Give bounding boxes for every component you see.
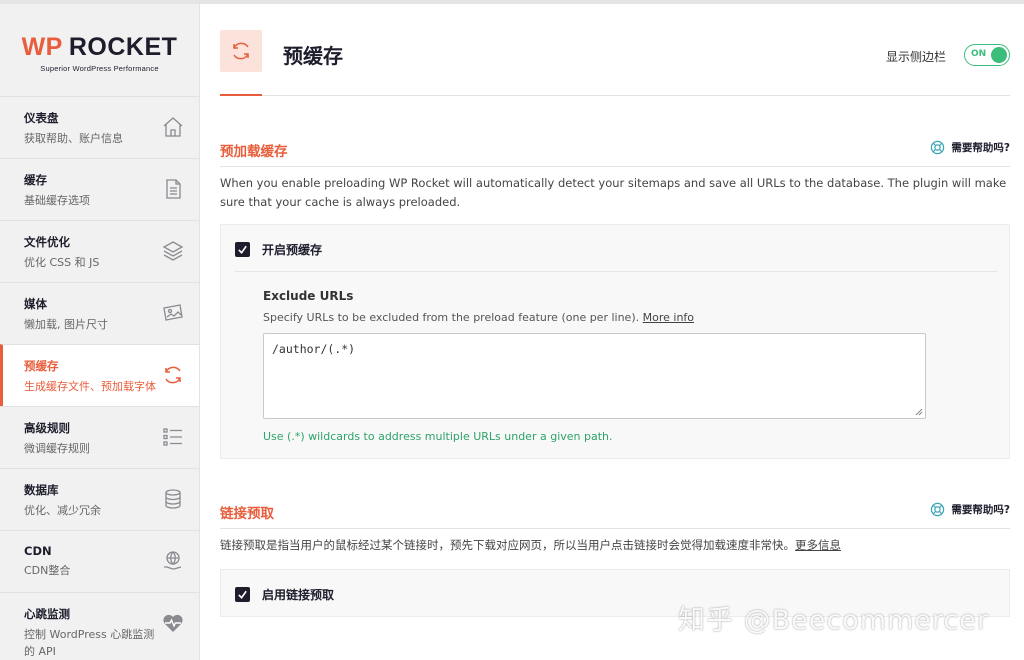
wildcard-hint: Use (.*) wildcards to address multiple U… <box>263 430 613 443</box>
sidebar-item-database[interactable]: 数据库 优化、减少冗余 <box>0 468 199 530</box>
sidebar-toggle-label: 显示侧边栏 <box>885 50 946 64</box>
help-label: 需要帮助吗? <box>951 142 1010 154</box>
logo-tagline: Superior WordPress Performance <box>40 64 159 73</box>
page-title: 预缓存 <box>283 44 343 68</box>
lifebuoy-icon <box>931 502 945 517</box>
home-icon <box>163 117 183 137</box>
resize-handle-icon[interactable] <box>915 408 923 416</box>
more-info-link[interactable]: More info <box>643 311 694 324</box>
enable-link-prefetch-label: 启用链接预取 <box>262 588 335 602</box>
header-icon-box <box>220 30 262 72</box>
link-prefetch-desc-text: 链接预取是指当用户的鼠标经过某个链接时，预先下载对应网页，所以当用户点击链接时会… <box>220 538 795 552</box>
image-icon <box>163 304 183 321</box>
toggle-knob <box>991 47 1007 63</box>
help-link-preload[interactable]: 需要帮助吗? <box>930 140 1010 155</box>
lifebuoy-icon <box>931 140 945 155</box>
layers-icon <box>162 241 184 261</box>
sidebar-item-media[interactable]: 媒体 懒加载, 图片尺寸 <box>0 282 199 344</box>
exclude-urls-desc-text: Specify URLs to be excluded from the pre… <box>263 311 640 324</box>
sidebar-toggle[interactable]: ON <box>964 44 1010 66</box>
sidebar-item-cache[interactable]: 缓存 基础缓存选项 <box>0 158 199 220</box>
preload-description: When you enable preloading WP Rocket wil… <box>220 176 1007 209</box>
sidebar-item-preload[interactable]: 预缓存 生成缓存文件、预加载字体 <box>0 344 199 406</box>
sidebar-item-file-optimization[interactable]: 文件优化 优化 CSS 和 JS <box>0 220 199 282</box>
enable-link-prefetch-checkbox[interactable] <box>235 587 250 602</box>
main-content: 预缓存 显示侧边栏 ON 预加载缓存 需要帮助吗? When you enabl… <box>200 4 1024 660</box>
sidebar-item-heartbeat[interactable]: 心跳监测 控制 WordPress 心跳监测 的 API <box>0 592 199 658</box>
logo-rocket: ROCKET <box>68 33 178 61</box>
textarea-value: /author/(.*) <box>272 342 356 356</box>
help-label: 需要帮助吗? <box>951 504 1010 516</box>
section-divider <box>220 166 1010 167</box>
file-icon <box>166 179 181 199</box>
logo-wp: WP <box>21 33 63 61</box>
sidebar-item-dashboard[interactable]: 仪表盘 获取帮助、账户信息 <box>0 96 199 158</box>
globe-hand-icon <box>163 551 182 570</box>
toggle-state: ON <box>971 49 987 59</box>
exclude-urls-textarea[interactable]: /author/(.*) <box>263 333 926 419</box>
refresh-icon <box>233 42 249 60</box>
wp-rocket-logo[interactable]: WP ROCKET Superior WordPress Performance <box>0 4 199 96</box>
refresh-icon <box>165 366 181 384</box>
section-title-link-prefetch: 链接预取 <box>220 506 274 522</box>
section-title-preload: 预加载缓存 <box>220 144 288 160</box>
link-prefetch-description: 链接预取是指当用户的鼠标经过某个链接时，预先下载对应网页，所以当用户点击链接时会… <box>220 536 1010 555</box>
sidebar: WP ROCKET Superior WordPress Performance… <box>0 4 200 660</box>
sidebar-item-cdn[interactable]: CDN CDN整合 <box>0 530 199 592</box>
page-header: 预缓存 显示侧边栏 ON <box>220 30 1010 96</box>
watermark: 知乎 @Beecommercer <box>678 605 989 636</box>
enable-preload-label: 开启预缓存 <box>262 243 323 257</box>
logo-wordmark: WP ROCKET <box>22 33 178 62</box>
exclude-urls-description: Specify URLs to be excluded from the pre… <box>263 311 694 324</box>
help-link-prefetch[interactable]: 需要帮助吗? <box>930 502 1010 517</box>
enable-preload-checkbox[interactable] <box>235 242 250 257</box>
enable-preload-option[interactable]: 开启预缓存 <box>235 241 322 258</box>
heartbeat-icon <box>163 614 183 632</box>
exclude-urls-label: Exclude URLs <box>263 289 354 303</box>
section-divider <box>220 528 1010 529</box>
header-accent-underline <box>220 94 262 96</box>
more-info-link[interactable]: 更多信息 <box>795 538 841 552</box>
checkmark-icon <box>238 245 247 254</box>
sidebar-item-advanced-rules[interactable]: 高级规则 微调缓存规则 <box>0 406 199 468</box>
preload-settings-box: 开启预缓存 Exclude URLs Specify URLs to be ex… <box>220 224 1010 459</box>
sidebar-item-subtitle-line2: 的 API <box>24 645 56 658</box>
enable-link-prefetch-option[interactable]: 启用链接预取 <box>235 586 334 603</box>
database-icon <box>165 489 181 509</box>
option-divider <box>235 271 997 272</box>
list-icon <box>163 428 182 446</box>
checkmark-icon <box>238 590 247 599</box>
